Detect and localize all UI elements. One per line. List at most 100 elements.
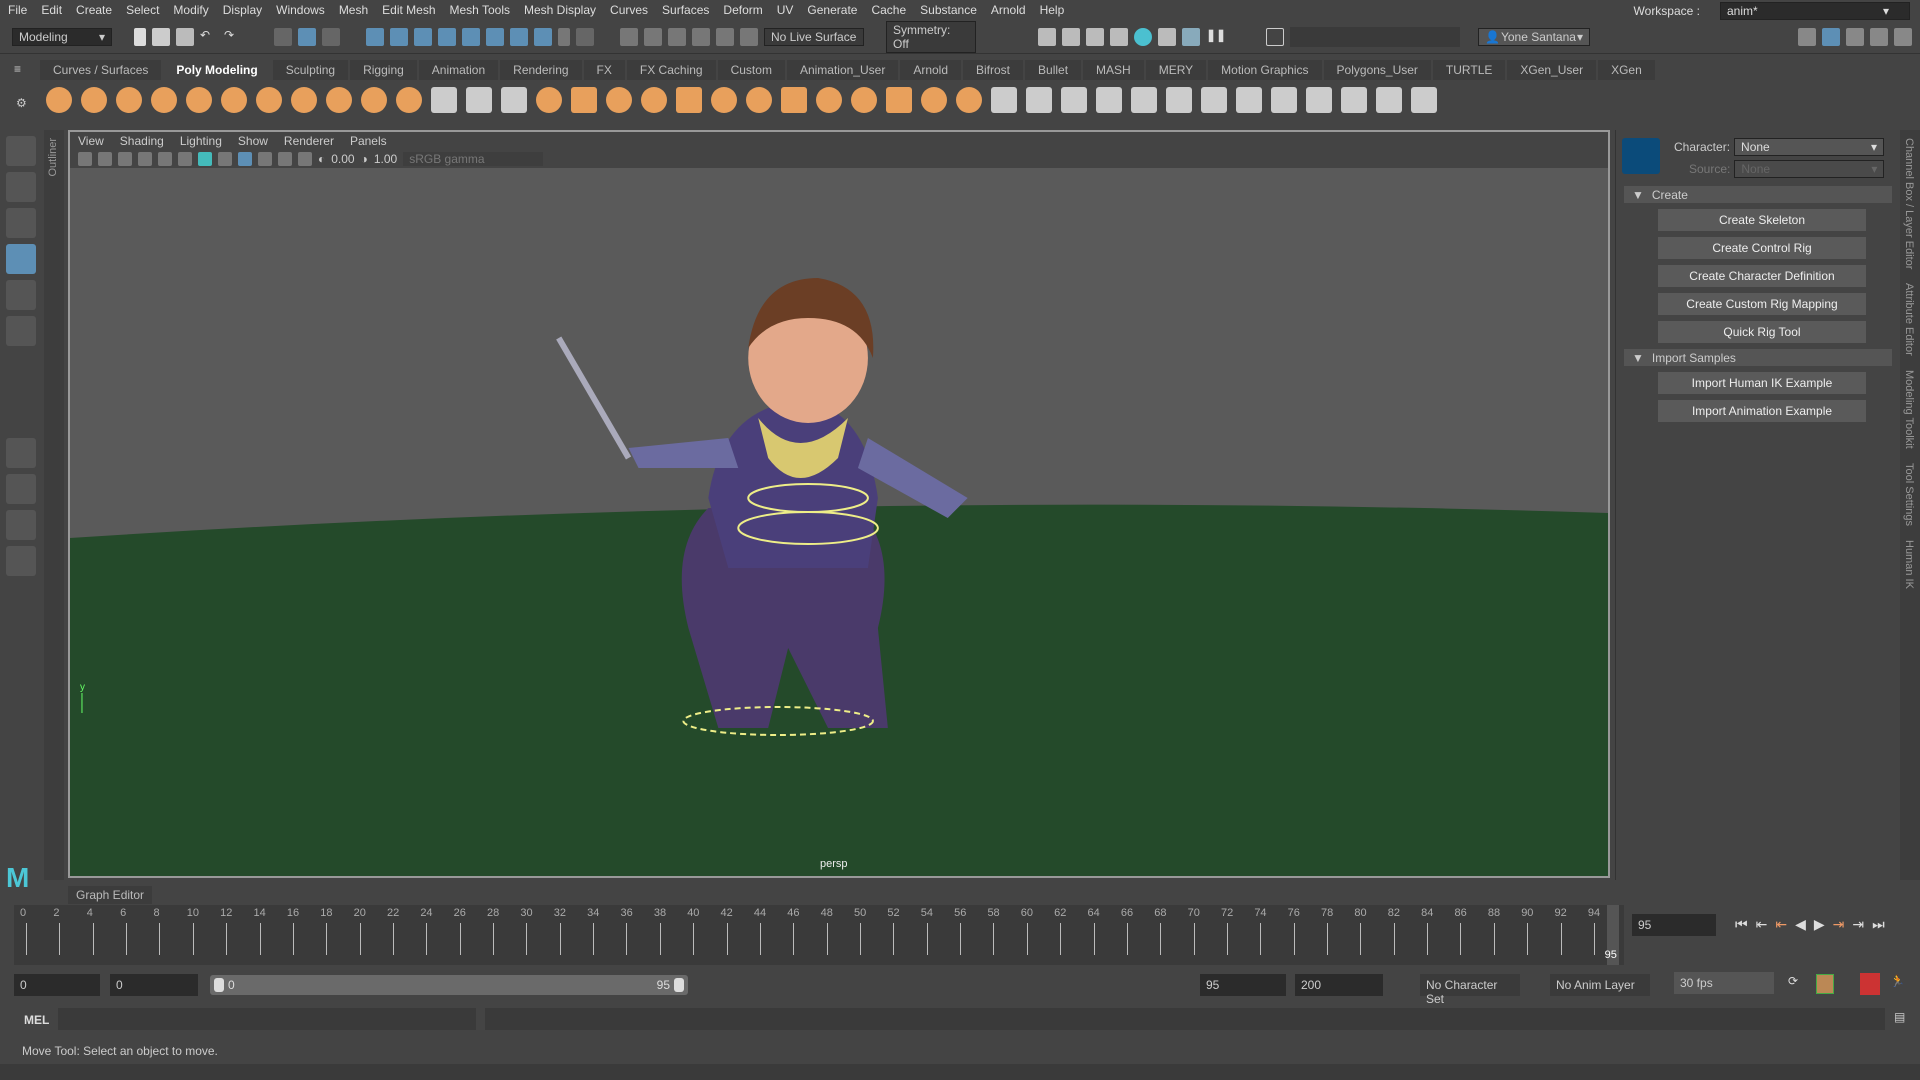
shelf-tab-animation[interactable]: Animation	[418, 60, 499, 80]
menu-mesh-tools[interactable]: Mesh Tools	[450, 3, 510, 17]
live-surface-field[interactable]: No Live Surface	[764, 27, 864, 46]
shelf-tab-rendering[interactable]: Rendering	[500, 60, 582, 80]
range-start-handle[interactable]	[214, 978, 224, 992]
poly-cube-icon[interactable]	[81, 87, 107, 113]
tab-human-ik[interactable]: Human IK	[1903, 540, 1915, 589]
scene-canvas[interactable]: y	[70, 168, 1608, 878]
menu-edit-mesh[interactable]: Edit Mesh	[382, 3, 435, 17]
make-live-icon[interactable]	[716, 27, 734, 46]
freeze-transform-icon[interactable]	[501, 87, 527, 113]
fill-hole-icon[interactable]	[781, 87, 807, 113]
hypershade-icon[interactable]	[1134, 27, 1152, 46]
combine-icon[interactable]	[536, 87, 562, 113]
measure-icon[interactable]	[431, 87, 457, 113]
shelf-tab-curves-surfaces[interactable]: Curves / Surfaces	[40, 60, 162, 80]
symmetry-dropdown[interactable]: Symmetry: Off	[886, 20, 976, 53]
attribute-editor-icon[interactable]	[1846, 27, 1864, 46]
four-view-layout-icon[interactable]	[6, 474, 36, 504]
open-scene-icon[interactable]	[152, 27, 170, 46]
xray-icon[interactable]	[238, 152, 252, 166]
camera-attributes-icon[interactable]	[98, 152, 112, 166]
shelf-tab-arnold[interactable]: Arnold	[900, 60, 961, 80]
menu-cache[interactable]: Cache	[871, 3, 906, 17]
play-forwards-icon[interactable]: ▶	[1814, 916, 1825, 933]
smooth-icon[interactable]	[641, 87, 667, 113]
target-weld-icon[interactable]	[886, 87, 912, 113]
auto-key-icon[interactable]	[1860, 973, 1880, 995]
shelf-tab-motion-graphics[interactable]: Motion Graphics	[1208, 60, 1322, 80]
viewport-persp[interactable]: View Shading Lighting Show Renderer Panels ◐ …	[68, 130, 1610, 878]
scale-tool-icon[interactable]	[6, 316, 36, 346]
construction-history-icon[interactable]	[644, 27, 662, 46]
import-section-header[interactable]: ▼ Import Samples	[1624, 349, 1892, 366]
outliner-layout-icon[interactable]	[6, 546, 36, 576]
menu-display[interactable]: Display	[223, 3, 262, 17]
go-to-start-icon[interactable]: ⏮	[1735, 916, 1748, 933]
character-dropdown[interactable]: None ▾	[1734, 138, 1885, 156]
snap-point-icon[interactable]	[414, 27, 432, 46]
viewport-menu-show[interactable]: Show	[238, 134, 268, 148]
mel-input[interactable]	[58, 1008, 476, 1030]
tab-tool-settings[interactable]: Tool Settings	[1903, 463, 1915, 526]
menu-uv[interactable]: UV	[777, 3, 794, 17]
snap-curve-icon[interactable]	[390, 27, 408, 46]
select-hierarchy-icon[interactable]	[274, 27, 292, 46]
fps-dropdown[interactable]: 30 fps	[1674, 972, 1774, 994]
magnet-icon[interactable]	[740, 27, 758, 46]
layer-editor-icon[interactable]	[1894, 27, 1912, 46]
cleanup-icon[interactable]	[1341, 87, 1367, 113]
mode-dropdown[interactable]: Modeling ▾	[12, 27, 112, 46]
poly-cone-icon[interactable]	[151, 87, 177, 113]
grid-icon[interactable]	[138, 152, 152, 166]
import-human-ik-example-button[interactable]: Import Human IK Example	[1658, 372, 1866, 394]
reduce-icon[interactable]	[1306, 87, 1332, 113]
shelf-tab-bullet[interactable]: Bullet	[1025, 60, 1082, 80]
menu-edit[interactable]: Edit	[41, 3, 62, 17]
poly-plane-icon[interactable]	[221, 87, 247, 113]
lock-icon[interactable]	[558, 27, 570, 46]
animation-end-field[interactable]: 200	[1295, 974, 1383, 996]
shelf-tab-mery[interactable]: MERY	[1145, 60, 1207, 80]
menu-substance[interactable]: Substance	[920, 3, 977, 17]
select-tool-icon[interactable]	[6, 136, 36, 166]
mirror-icon[interactable]	[606, 87, 632, 113]
viewport-menu-view[interactable]: View	[78, 134, 104, 148]
shelf-tab-fx-caching[interactable]: FX Caching	[626, 60, 716, 80]
collapse-icon[interactable]	[1411, 87, 1437, 113]
save-scene-icon[interactable]	[176, 27, 194, 46]
camera-select-icon[interactable]	[78, 152, 92, 166]
animation-start-field[interactable]: 0	[110, 974, 198, 996]
platonic-icon[interactable]	[291, 87, 317, 113]
shelf-tab-custom[interactable]: Custom	[717, 60, 785, 80]
import-animation-example-button[interactable]: Import Animation Example	[1658, 400, 1866, 422]
channel-box-icon[interactable]	[1822, 27, 1840, 46]
workspace-dropdown[interactable]: anim* ▾	[1720, 2, 1910, 20]
shelf-tab-xgen-user[interactable]: XGen_User	[1507, 60, 1597, 80]
ipr-render-icon[interactable]	[1086, 27, 1104, 46]
menu-modify[interactable]: Modify	[173, 3, 208, 17]
wireframe-icon[interactable]	[178, 152, 192, 166]
poly-cylinder-icon[interactable]	[116, 87, 142, 113]
menu-arnold[interactable]: Arnold	[991, 3, 1026, 17]
two-pane-layout-icon[interactable]	[6, 510, 36, 540]
viewport-menu-panels[interactable]: Panels	[350, 134, 387, 148]
rotate-tool-icon[interactable]	[6, 280, 36, 310]
snap-projected-icon[interactable]	[438, 27, 456, 46]
poly-disc-icon[interactable]	[256, 87, 282, 113]
quad-draw-icon[interactable]	[1026, 87, 1052, 113]
menu-surfaces[interactable]: Surfaces	[662, 3, 709, 17]
menu-file[interactable]: File	[8, 3, 27, 17]
tool-settings-icon[interactable]	[1870, 27, 1888, 46]
merge-icon[interactable]	[956, 87, 982, 113]
menu-generate[interactable]: Generate	[807, 3, 857, 17]
bridge-icon[interactable]	[711, 87, 737, 113]
select-object-icon[interactable]	[298, 27, 316, 46]
create-custom-rig-mapping-button[interactable]: Create Custom Rig Mapping	[1658, 293, 1866, 315]
end-time-field[interactable]: 95	[1200, 974, 1286, 996]
menu-create[interactable]: Create	[76, 3, 112, 17]
shelf-tab-turtle[interactable]: TURTLE	[1432, 60, 1506, 80]
bridge2-icon[interactable]	[1131, 87, 1157, 113]
animation-preferences-icon[interactable]: 🏃	[1890, 974, 1905, 988]
anim-layer-dropdown[interactable]: No Anim Layer	[1550, 974, 1650, 996]
bookmark-icon[interactable]	[118, 152, 132, 166]
